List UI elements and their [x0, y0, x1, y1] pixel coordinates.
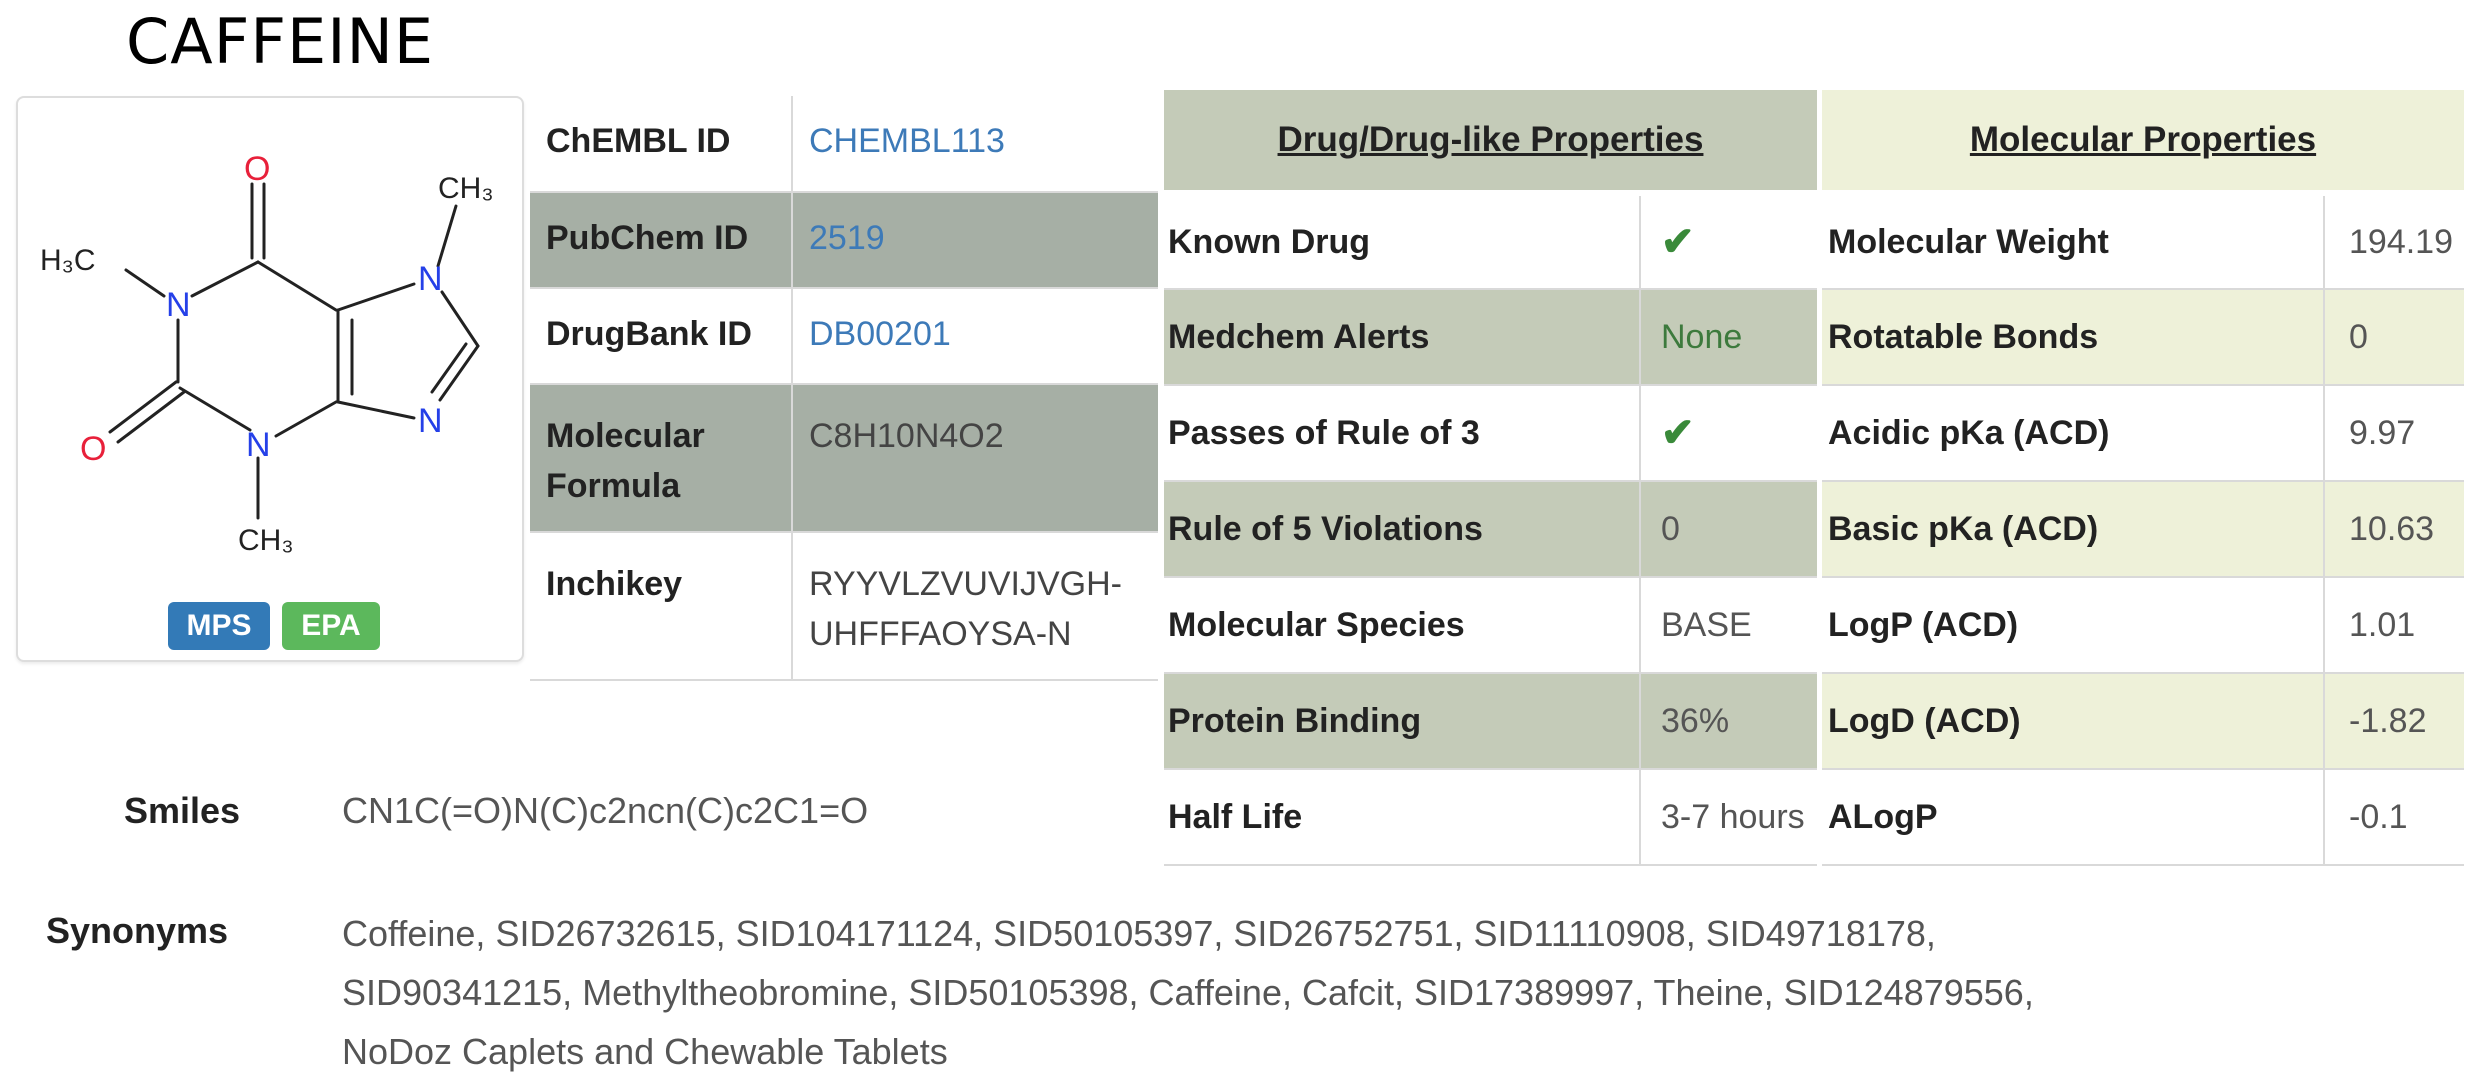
molecular-formula-value: C8H10N4O2	[792, 384, 1158, 533]
property-label: Acidic pKa (ACD)	[1822, 385, 2325, 482]
property-label: Molecular Species	[1164, 577, 1641, 674]
property-label: Passes of Rule of 3	[1164, 385, 1641, 482]
table-row: Half Life 3-7 hours	[1164, 769, 1817, 866]
chembl-id-label: ChEMBL ID	[530, 96, 793, 193]
table-row: PubChem ID 2519	[530, 192, 1158, 289]
caffeine-structure-image: O O N N N N H₃C CH₃ CH₃	[40, 150, 494, 557]
methyl-label: H₃C	[40, 244, 96, 277]
smiles-value: CN1C(=O)N(C)c2ncn(C)c2C1=O	[342, 790, 869, 831]
property-value: 9.97	[2324, 385, 2464, 482]
pubchem-id-link[interactable]: 2519	[809, 219, 885, 257]
property-value: None	[1640, 289, 1817, 386]
property-label: Medchem Alerts	[1164, 289, 1641, 386]
property-label: Known Drug	[1164, 193, 1641, 290]
nitrogen-atom-label: N	[166, 286, 191, 324]
property-label: LogD (ACD)	[1822, 673, 2325, 770]
property-value: 3-7 hours	[1640, 769, 1817, 866]
property-label: LogP (ACD)	[1822, 577, 2325, 674]
property-label: Basic pKa (ACD)	[1822, 481, 2325, 578]
checkmark-icon: ✔	[1661, 220, 1695, 264]
molecular-properties-table: Molecular Properties Molecular Weight 19…	[1822, 90, 2464, 866]
methyl-label: CH₃	[438, 172, 494, 205]
property-label: Half Life	[1164, 769, 1641, 866]
table-row: Known Drug ✔	[1164, 193, 1817, 290]
property-value: 194.19	[2324, 193, 2464, 290]
property-value: 0	[1640, 481, 1817, 578]
inchikey-label: Inchikey	[530, 532, 793, 681]
oxygen-atom-label: O	[80, 430, 106, 468]
table-row: Rotatable Bonds 0	[1822, 289, 2464, 386]
table-row: ALogP -0.1	[1822, 769, 2464, 866]
table-row: Protein Binding 36%	[1164, 673, 1817, 770]
table-row: Molecular Species BASE	[1164, 577, 1817, 674]
structure-card[interactable]: O O N N N N H₃C CH₃ CH₃ MPS EPA	[16, 96, 524, 662]
drugbank-id-link[interactable]: DB00201	[809, 315, 951, 353]
table-row: Medchem Alerts None	[1164, 289, 1817, 386]
table-row: ChEMBL ID CHEMBL113	[530, 96, 1158, 193]
property-label: ALogP	[1822, 769, 2325, 866]
property-value: -0.1	[2324, 769, 2464, 866]
drug-properties-header[interactable]: Drug/Drug-like Properties	[1164, 90, 1817, 196]
property-label: Molecular Weight	[1822, 193, 2325, 290]
drug-properties-table: Drug/Drug-like Properties Known Drug ✔ M…	[1164, 90, 1817, 866]
nitrogen-atom-label: N	[418, 260, 443, 298]
property-value: 1.01	[2324, 577, 2464, 674]
property-label: Rotatable Bonds	[1822, 289, 2325, 386]
smiles-label: Smiles	[124, 790, 241, 831]
mps-badge[interactable]: MPS	[168, 602, 270, 650]
table-row: Inchikey RYYVLZVUVIJVGH- UHFFFAOYSA-N	[530, 532, 1158, 681]
compound-title: CAFFEINE	[126, 5, 435, 78]
property-value: BASE	[1640, 577, 1817, 674]
molecular-formula-label: Molecular Formula	[530, 384, 793, 533]
property-value: -1.82	[2324, 673, 2464, 770]
molecular-properties-header[interactable]: Molecular Properties	[1822, 90, 2464, 196]
table-row: LogP (ACD) 1.01	[1822, 577, 2464, 674]
checkmark-icon: ✔	[1661, 411, 1695, 455]
property-value: 0	[2324, 289, 2464, 386]
drugbank-id-label: DrugBank ID	[530, 288, 793, 385]
oxygen-atom-label: O	[244, 150, 270, 188]
property-value: 36%	[1640, 673, 1817, 770]
property-label: Rule of 5 Violations	[1164, 481, 1641, 578]
synonyms-label: Synonyms	[46, 910, 229, 951]
table-row: Molecular Weight 194.19	[1822, 193, 2464, 290]
inchikey-value: RYYVLZVUVIJVGH- UHFFFAOYSA-N	[792, 532, 1158, 681]
table-row: Passes of Rule of 3 ✔	[1164, 385, 1817, 482]
table-row: Acidic pKa (ACD) 9.97	[1822, 385, 2464, 482]
nitrogen-atom-label: N	[418, 402, 443, 440]
pubchem-id-label: PubChem ID	[530, 192, 793, 289]
table-row: DrugBank ID DB00201	[530, 288, 1158, 385]
table-row: Rule of 5 Violations 0	[1164, 481, 1817, 578]
nitrogen-atom-label: N	[246, 426, 271, 464]
synonyms-value: Coffeine, SID26732615, SID104171124, SID…	[342, 913, 2034, 1072]
methyl-label: CH₃	[238, 524, 294, 557]
property-label: Protein Binding	[1164, 673, 1641, 770]
table-row: Molecular Formula C8H10N4O2	[530, 384, 1158, 533]
table-row: LogD (ACD) -1.82	[1822, 673, 2464, 770]
identifiers-table: ChEMBL ID CHEMBL113 PubChem ID 2519 Drug…	[530, 96, 1158, 681]
epa-badge[interactable]: EPA	[282, 602, 380, 650]
property-value: 10.63	[2324, 481, 2464, 578]
chembl-id-link[interactable]: CHEMBL113	[809, 122, 1005, 160]
table-row: Basic pKa (ACD) 10.63	[1822, 481, 2464, 578]
